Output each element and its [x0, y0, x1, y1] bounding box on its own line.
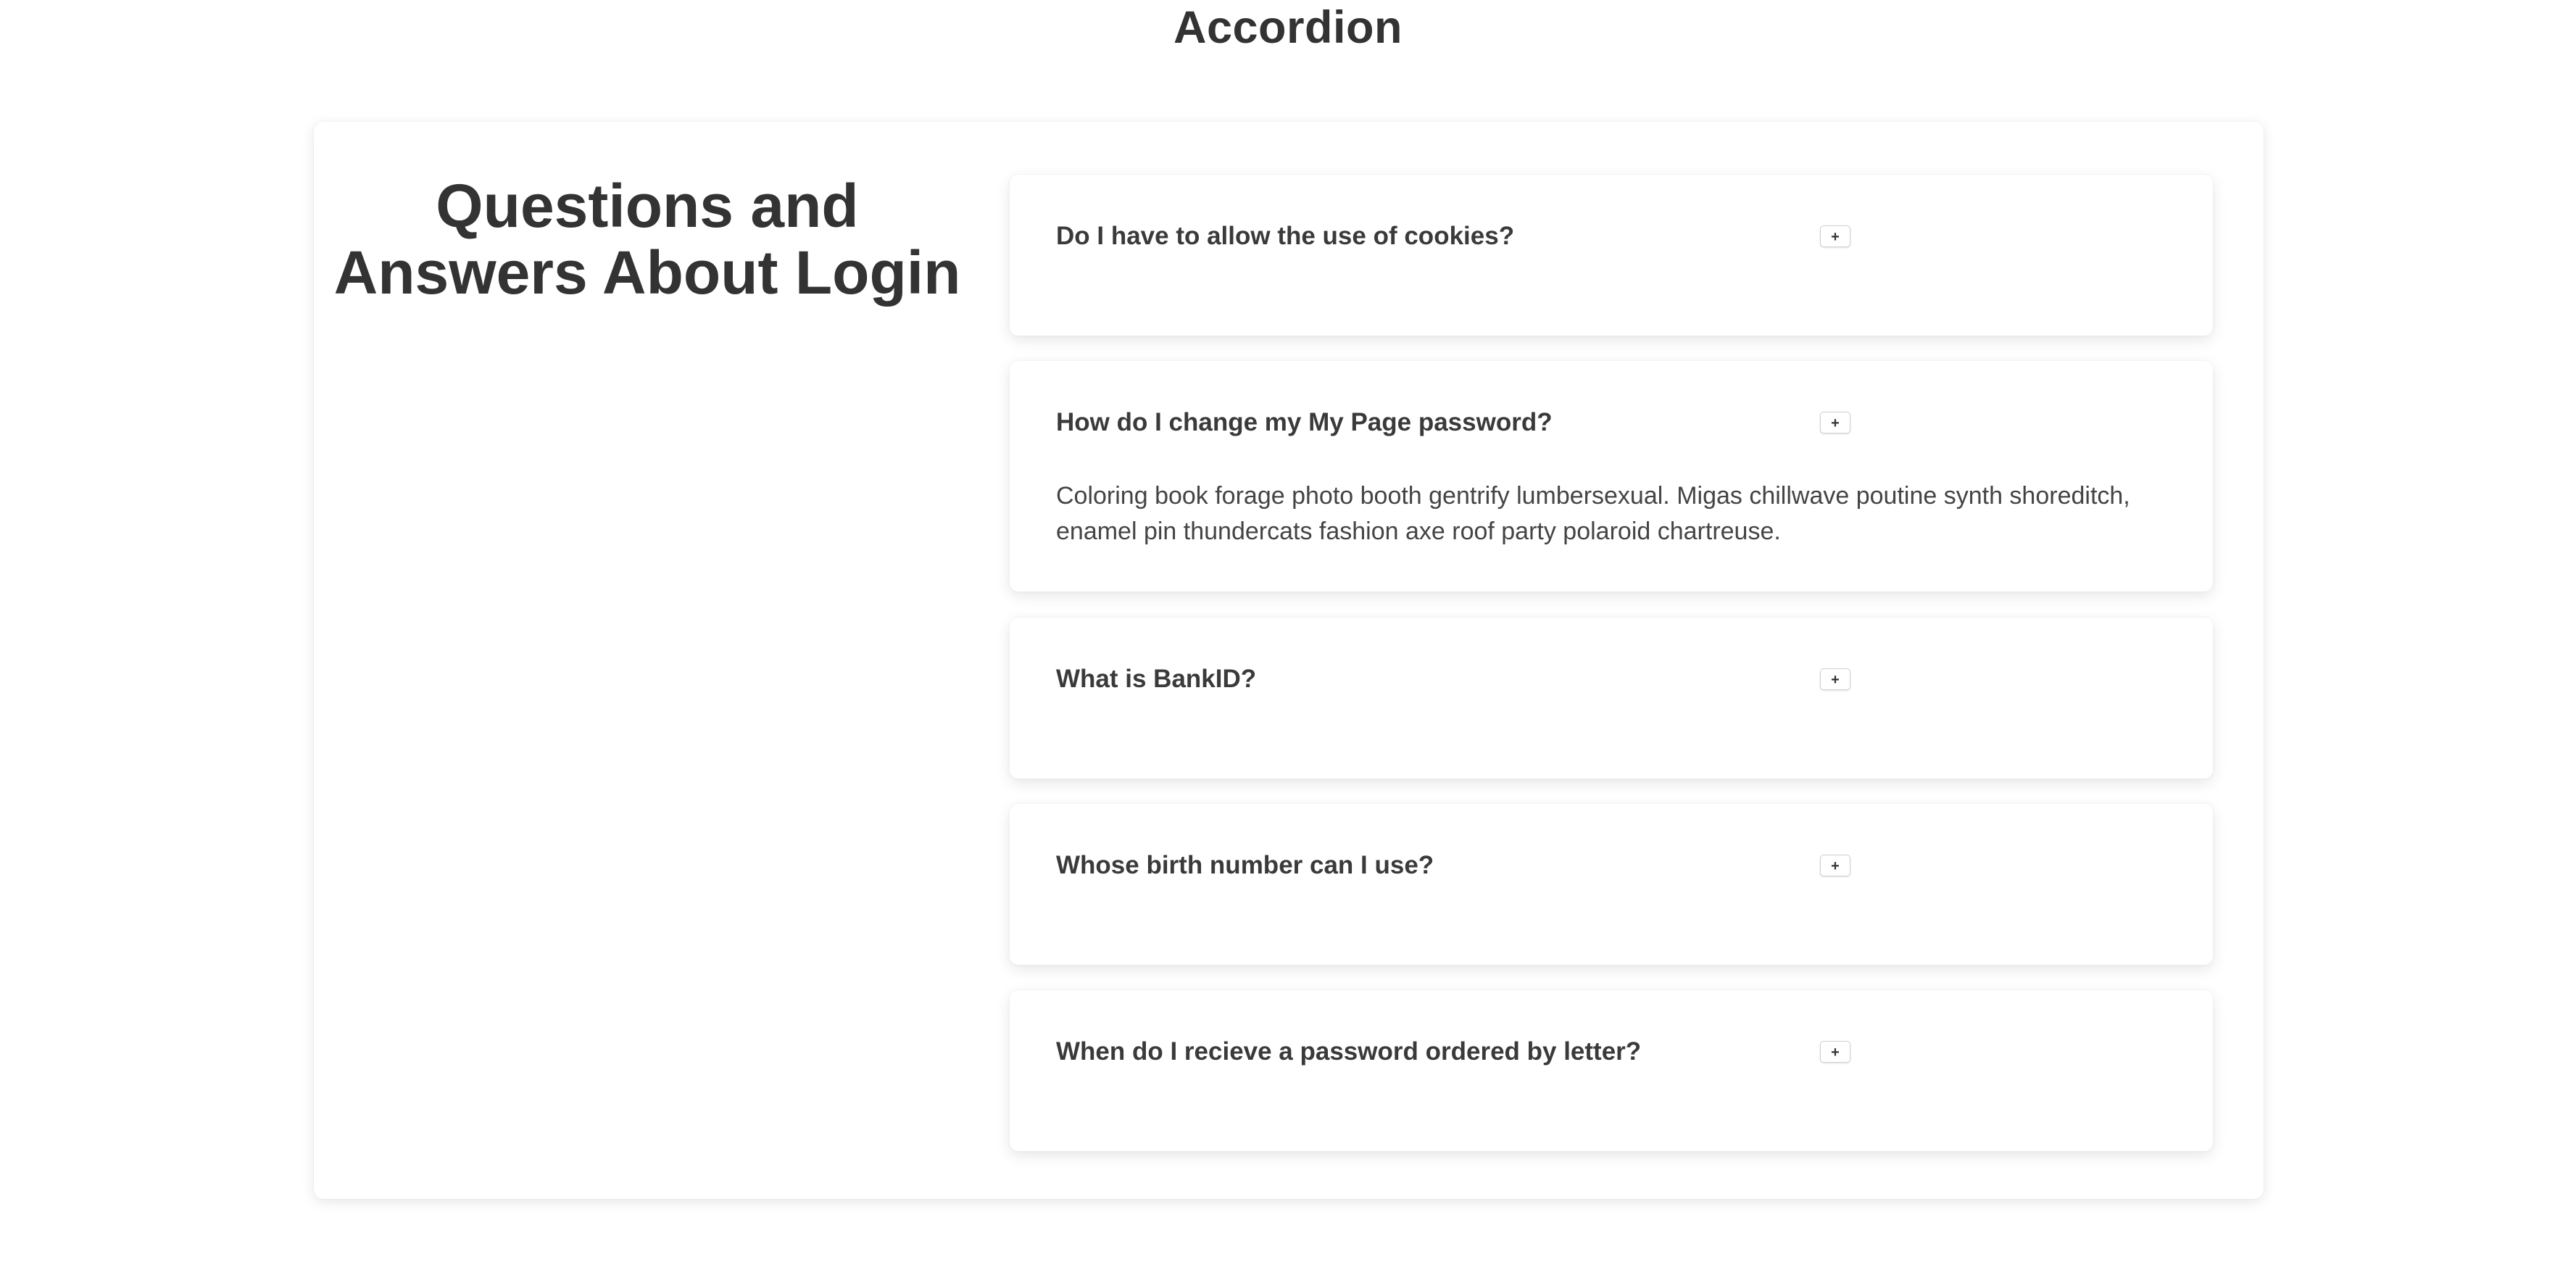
expand-toggle-button[interactable]: + — [1820, 225, 1850, 247]
accordion-item-cookies[interactable]: Do I have to allow the use of cookies? + — [1010, 175, 2213, 336]
expand-toggle-button[interactable]: + — [1820, 412, 1850, 433]
expand-toggle-button[interactable]: + — [1820, 668, 1850, 690]
accordion-item-letter-password[interactable]: When do I recieve a password ordered by … — [1010, 990, 2213, 1151]
accordion-item-birth-number[interactable]: Whose birth number can I use? + — [1010, 804, 2213, 965]
faq-card: Questions and Answers About Login Do I h… — [314, 122, 2264, 1199]
accordion-question[interactable]: How do I change my My Page password? — [1056, 408, 1553, 437]
expand-toggle-button[interactable]: + — [1820, 1041, 1850, 1063]
page-title: Accordion — [1173, 2, 1403, 53]
accordion-item-password[interactable]: How do I change my My Page password? + C… — [1010, 361, 2213, 592]
accordion-item-bankid[interactable]: What is BankID? + — [1010, 618, 2213, 779]
accordion-question[interactable]: Do I have to allow the use of cookies? — [1056, 222, 1514, 251]
expand-toggle-button[interactable]: + — [1820, 855, 1850, 876]
accordion-question[interactable]: When do I recieve a password ordered by … — [1056, 1037, 1641, 1066]
accordion-question[interactable]: Whose birth number can I use? — [1056, 851, 1434, 880]
accordion-question[interactable]: What is BankID? — [1056, 665, 1256, 694]
accordion-answer: Coloring book forage photo booth gentrif… — [1056, 482, 2130, 545]
faq-heading: Questions and Answers About Login — [333, 172, 961, 307]
